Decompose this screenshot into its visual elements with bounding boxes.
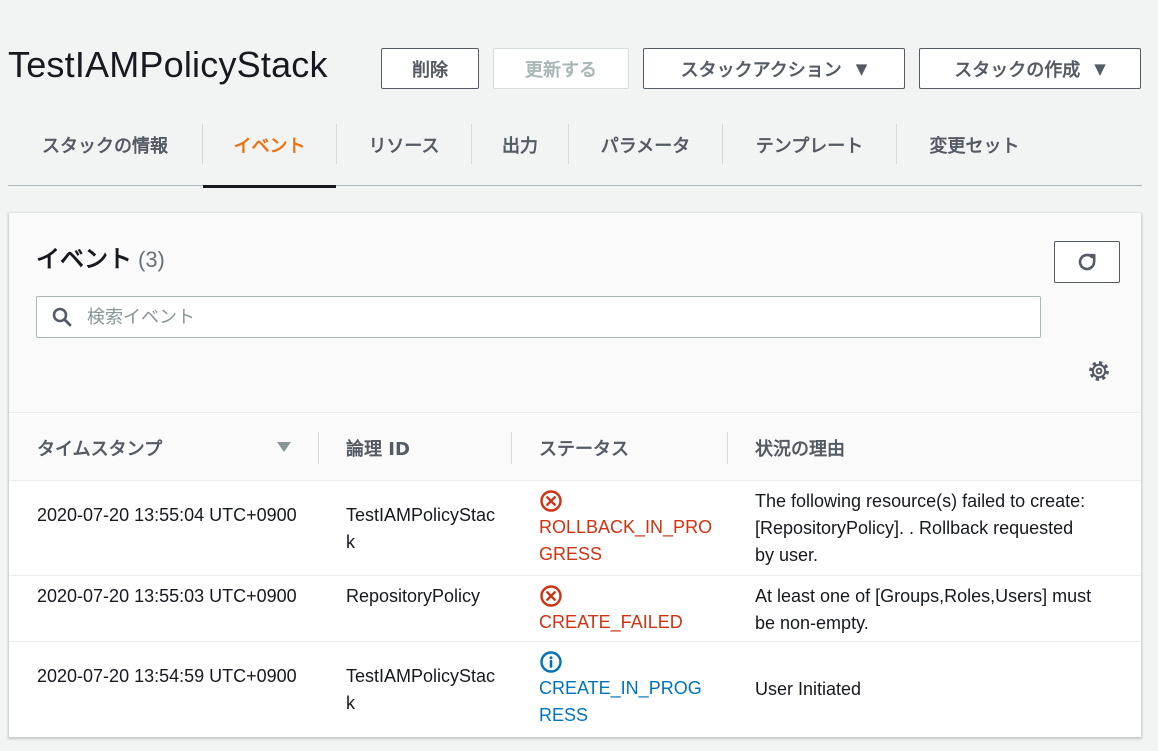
column-divider bbox=[727, 432, 728, 464]
tab-stack-info[interactable]: スタックの情報 bbox=[8, 104, 202, 186]
column-header-timestamp[interactable]: タイムスタンプ bbox=[37, 414, 162, 481]
logical-id-cell: TestIAMPolicyStack bbox=[346, 666, 496, 713]
delete-button[interactable]: 削除 bbox=[381, 48, 479, 89]
timestamp-cell: 2020-07-20 13:55:04 UTC+0900 bbox=[37, 505, 297, 525]
timestamp-cell: 2020-07-20 13:54:59 UTC+0900 bbox=[37, 666, 297, 686]
status-cell: ROLLBACK_IN_PROGRESS bbox=[539, 488, 714, 568]
search-icon bbox=[37, 307, 87, 327]
stack-actions-button[interactable]: スタックアクション ▼ bbox=[643, 48, 905, 89]
reason-cell: At least one of [Groups,Roles,Users] mus… bbox=[755, 586, 1092, 633]
status-cell: CREATE_IN_PROGRESS bbox=[539, 649, 714, 729]
stack-actions-label: スタックアクション bbox=[680, 59, 842, 81]
tab-parameters[interactable]: パラメータ bbox=[569, 104, 722, 186]
caret-down-icon: ▼ bbox=[1094, 59, 1106, 78]
create-stack-button[interactable]: スタックの作成 ▼ bbox=[919, 48, 1141, 89]
table-row: 2020-07-20 13:55:03 UTC+0900 RepositoryP… bbox=[9, 577, 1141, 642]
panel-header: イベント (3) bbox=[9, 213, 1141, 413]
table-row: 2020-07-20 13:55:04 UTC+0900 TestIAMPoli… bbox=[9, 482, 1141, 576]
gear-icon[interactable] bbox=[1087, 359, 1111, 383]
reason-cell: User Initiated bbox=[755, 679, 862, 699]
panel-title-text: イベント bbox=[36, 246, 132, 273]
tab-resources[interactable]: リソース bbox=[337, 104, 471, 186]
sort-descending-icon[interactable] bbox=[277, 442, 291, 452]
column-header-status[interactable]: ステータス bbox=[539, 414, 629, 481]
logical-id-cell: TestIAMPolicyStack bbox=[346, 505, 496, 552]
panel-title: イベント (3) bbox=[36, 239, 165, 274]
event-count: (3) bbox=[138, 247, 165, 272]
logical-id-cell: RepositoryPolicy bbox=[346, 586, 481, 606]
events-panel: イベント(3) タイムスタンプ bbox=[9, 213, 1141, 737]
search-input[interactable] bbox=[87, 306, 987, 328]
tab-template[interactable]: テンプレート bbox=[723, 104, 896, 186]
column-divider bbox=[511, 432, 512, 464]
tab-events[interactable]: イベント bbox=[203, 104, 336, 188]
column-header-reason[interactable]: 状況の理由 bbox=[755, 414, 845, 481]
search-box bbox=[36, 296, 1041, 338]
stack-header: TestIAMPolicyStack 削除 更新する スタックアクション ▼ ス… bbox=[8, 40, 1148, 96]
caret-down-icon: ▼ bbox=[855, 59, 868, 78]
error-icon bbox=[540, 490, 562, 512]
reason-cell: The following resource(s) failed to crea… bbox=[755, 491, 1086, 565]
page-title: TestIAMPolicyStack bbox=[8, 44, 328, 85]
column-header-logical-id[interactable]: 論理 ID bbox=[346, 414, 410, 481]
timestamp-cell: 2020-07-20 13:55:03 UTC+0900 bbox=[37, 586, 297, 606]
status-text: ROLLBACK_IN_PROGRESS bbox=[539, 517, 713, 564]
tab-outputs[interactable]: 出力 bbox=[472, 104, 568, 186]
status-cell: CREATE_FAILED bbox=[539, 583, 714, 636]
update-button[interactable]: 更新する bbox=[493, 48, 629, 89]
table-header: タイムスタンプ 論理 ID ステータス 状況の理由 bbox=[9, 414, 1141, 481]
create-stack-label: スタックの作成 bbox=[954, 59, 1081, 81]
refresh-icon bbox=[1078, 253, 1096, 271]
status-text: CREATE_IN_PROGRESS bbox=[539, 678, 702, 725]
info-icon bbox=[540, 651, 562, 673]
tab-change-sets[interactable]: 変更セット bbox=[897, 104, 1052, 186]
refresh-button[interactable] bbox=[1054, 241, 1120, 283]
tab-bar: スタックの情報 イベント リソース 出力 パラメータ テンプレート 変更セット bbox=[8, 104, 1142, 188]
table-row: 2020-07-20 13:54:59 UTC+0900 TestIAMPoli… bbox=[9, 643, 1141, 737]
error-icon bbox=[540, 585, 562, 607]
column-divider bbox=[318, 432, 319, 464]
status-text: CREATE_FAILED bbox=[539, 612, 683, 632]
